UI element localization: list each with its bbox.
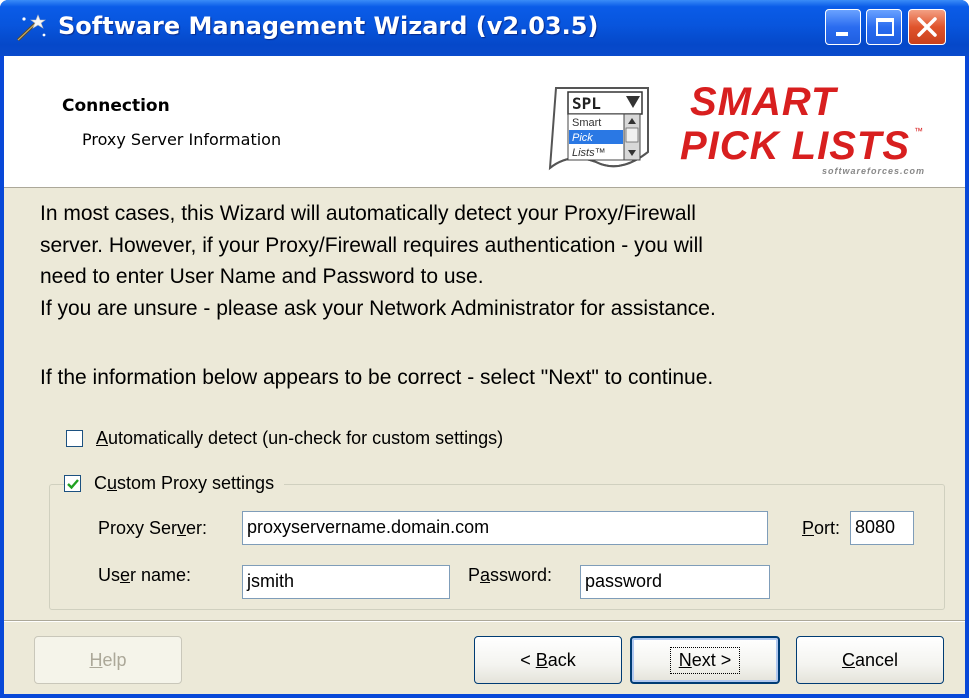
username-label: User name:: [98, 565, 192, 585]
auto-detect-option[interactable]: Automatically detect (un-check for custo…: [66, 428, 503, 449]
spl-logo-menu-item: Smart: [572, 117, 601, 129]
button-separator: [4, 620, 965, 622]
window-border-bottom: [0, 694, 969, 698]
proxy-server-input[interactable]: proxyservername.domain.com: [242, 511, 768, 545]
close-button[interactable]: [908, 9, 946, 45]
instructions-line: In most cases, this Wizard will automati…: [40, 202, 696, 225]
auto-detect-checkbox[interactable]: [66, 430, 83, 447]
username-input[interactable]: jsmith: [242, 565, 450, 599]
maximize-button[interactable]: [866, 9, 902, 45]
close-icon: [917, 17, 937, 37]
logo-text-smart: SMART: [690, 80, 837, 124]
spl-logo-badge: SPL: [572, 94, 601, 113]
auto-detect-label[interactable]: Automatically detect (un-check for custo…: [96, 428, 503, 449]
maximize-icon: [876, 18, 894, 36]
title-bar[interactable]: Software Management Wizard (v2.03.5): [0, 0, 969, 56]
wizard-client-area: Connection Proxy Server Information SPL …: [4, 56, 965, 694]
instructions-line: need to enter User Name and Password to …: [40, 265, 484, 288]
page-subtitle: Proxy Server Information: [82, 130, 282, 149]
cancel-button[interactable]: Cancel: [796, 636, 944, 684]
instructions-line: server. However, if your Proxy/Firewall …: [40, 234, 703, 257]
logo-text-pick-lists: PICK LISTS: [680, 124, 911, 168]
spl-logo-menu-item: Lists™: [572, 147, 606, 159]
checkmark-icon: [67, 479, 79, 490]
spl-logo-menu-item: Pick: [572, 132, 593, 144]
password-label: Password:: [468, 565, 553, 585]
logo-trademark: ™: [914, 126, 923, 136]
minimize-icon: [836, 32, 848, 36]
minimize-button[interactable]: [825, 9, 861, 45]
instructions-line: If the information below appears to be c…: [40, 366, 714, 389]
port-input[interactable]: 8080: [850, 511, 914, 545]
custom-proxy-groupbox: Custom Proxy settings Proxy Server: prox…: [49, 473, 945, 610]
help-button[interactable]: Help: [34, 636, 182, 684]
custom-proxy-label[interactable]: Custom Proxy settings: [94, 473, 274, 494]
wand-icon: [16, 14, 46, 42]
back-button[interactable]: < Back: [474, 636, 622, 684]
custom-proxy-option[interactable]: Custom Proxy settings: [64, 473, 285, 494]
window-title: Software Management Wizard (v2.03.5): [58, 12, 599, 40]
next-button[interactable]: Next >: [630, 636, 780, 684]
custom-proxy-checkbox[interactable]: [64, 475, 81, 492]
logo-domain: softwareforces.com: [822, 166, 926, 176]
wizard-header: Connection Proxy Server Information SPL …: [4, 56, 965, 188]
window-border-right: [965, 56, 969, 698]
instructions-line: If you are unsure - please ask your Netw…: [40, 297, 716, 320]
wizard-window: Software Management Wizard (v2.03.5) Con…: [0, 0, 969, 698]
page-title: Connection: [62, 96, 170, 116]
proxy-server-label: Proxy Server:: [98, 518, 208, 538]
password-input[interactable]: password: [580, 565, 770, 599]
spl-logo-icon: SPL Smart Pick Lists™: [548, 87, 649, 171]
port-label: Port:: [802, 518, 841, 538]
